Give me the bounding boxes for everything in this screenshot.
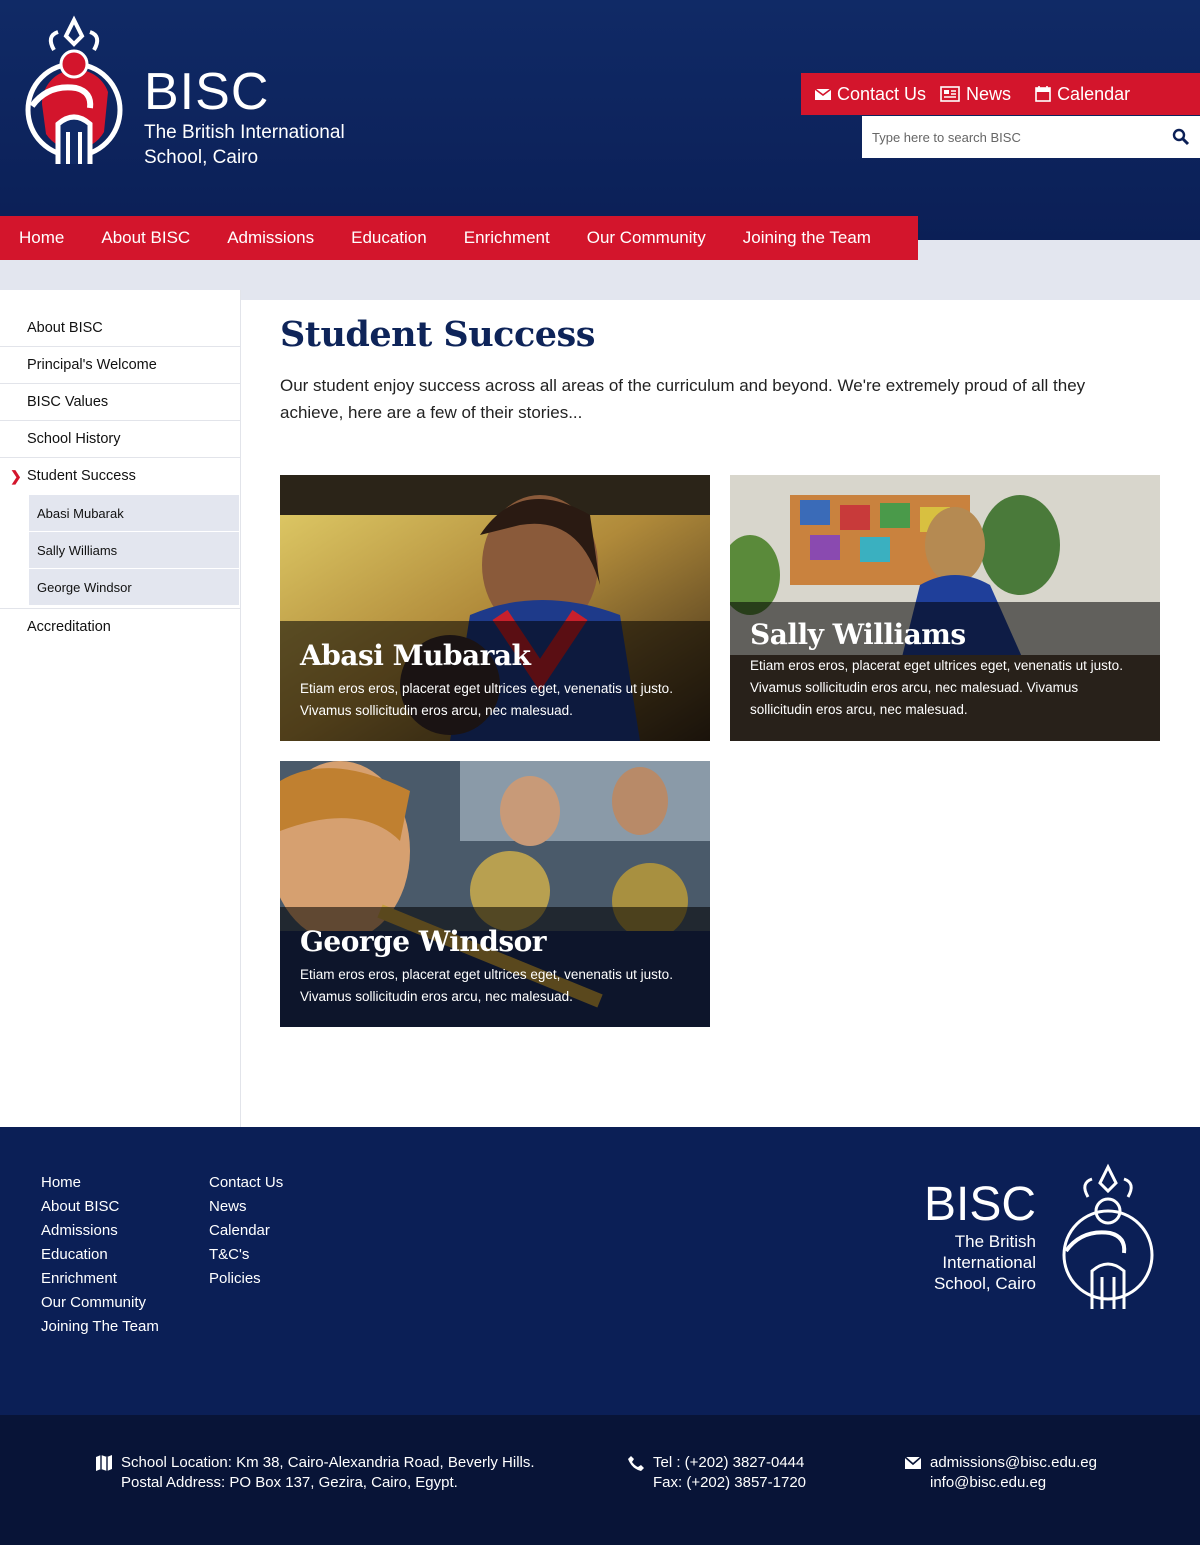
card-overlay: George Windsor Etiam eros eros, placerat… — [280, 907, 710, 1027]
sidebar-subitem-sally-williams[interactable]: Sally Williams — [29, 532, 239, 569]
intro-text: Our student enjoy success across all are… — [280, 376, 1086, 422]
site-header: BISC The British International School, C… — [0, 0, 1200, 240]
brand-subtitle-line1: The British International — [144, 122, 345, 143]
brand-name: BISC — [144, 63, 270, 121]
footer-link-contact-us[interactable]: Contact Us — [209, 1171, 283, 1195]
bisc-emblem-logo[interactable] — [18, 14, 130, 168]
card-excerpt: Etiam eros eros, placerat eget ultrices … — [750, 658, 1123, 717]
footer-link-education[interactable]: Education — [41, 1243, 159, 1267]
card-name: George Windsor — [300, 925, 547, 958]
admissions-email[interactable]: admissions@bisc.edu.eg — [930, 1453, 1097, 1473]
card-excerpt: Etiam eros eros, placerat eget ultrices … — [300, 967, 673, 1004]
sidebar-item-about-bisc[interactable]: About BISC — [0, 310, 240, 347]
calendar-link[interactable]: Calendar — [1011, 73, 1130, 115]
sidebar-item-label: Principal's Welcome — [27, 357, 157, 373]
search-box — [862, 116, 1200, 158]
nav-joining-the-team[interactable]: Joining the Team — [724, 216, 889, 260]
story-card-sally-williams[interactable]: Sally Williams Etiam eros eros, placerat… — [730, 475, 1160, 741]
email-block: admissions@bisc.edu.eg info@bisc.edu.eg — [904, 1453, 1097, 1493]
sidebar-subitems: Abasi Mubarak Sally Williams George Wind… — [0, 495, 240, 609]
sidebar-item-label: About BISC — [27, 320, 103, 336]
phone-icon — [628, 1456, 644, 1471]
sidebar: About BISC Principal's Welcome BISC Valu… — [0, 290, 241, 1127]
footer-link-news[interactable]: News — [209, 1195, 283, 1219]
footer-brand[interactable]: BISC The British International School, C… — [900, 1179, 1036, 1294]
calendar-label: Calendar — [1057, 83, 1131, 104]
contact-bar: School Location: Km 38, Cairo-Alexandria… — [0, 1415, 1200, 1545]
nav-admissions[interactable]: Admissions — [208, 216, 332, 260]
sidebar-item-label: Accreditation — [27, 619, 111, 635]
nav-education[interactable]: Education — [332, 216, 445, 260]
sidebar-subitem-abasi-mubarak[interactable]: Abasi Mubarak — [29, 495, 239, 532]
search-input[interactable] — [862, 117, 1162, 157]
card-excerpt: Etiam eros eros, placerat eget ultrices … — [300, 681, 673, 718]
sidebar-item-label: BISC Values — [27, 394, 109, 410]
sidebar-item-school-history[interactable]: School History — [0, 421, 240, 458]
footer-links-secondary: Contact Us News Calendar T&C's Policies — [209, 1171, 283, 1291]
footer-brand-name: BISC — [923, 1178, 1036, 1231]
nav-enrichment[interactable]: Enrichment — [445, 216, 568, 260]
footer-link-about-bisc[interactable]: About BISC — [41, 1195, 159, 1219]
page-title: Student Success — [280, 314, 595, 355]
newspaper-icon — [940, 86, 960, 102]
school-location: School Location: Km 38, Cairo-Alexandria… — [121, 1454, 535, 1471]
news-label: News — [966, 83, 1012, 104]
card-name: Abasi Mubarak — [300, 639, 531, 672]
site-footer: Home About BISC Admissions Education Enr… — [0, 1127, 1200, 1415]
footer-link-admissions[interactable]: Admissions — [41, 1219, 159, 1243]
footer-brand-line: The British — [954, 1232, 1036, 1251]
address-block: School Location: Km 38, Cairo-Alexandria… — [96, 1453, 535, 1493]
phone-block: Tel : (+202) 3827-0444 Fax: (+202) 3857-… — [628, 1453, 807, 1493]
nav-home[interactable]: Home — [0, 216, 82, 260]
mail-icon — [904, 1456, 922, 1469]
footer-brand-line: School, Cairo — [933, 1274, 1036, 1293]
sidebar-item-accreditation[interactable]: Accreditation — [0, 609, 240, 646]
fax: Fax: (+202) 3857-1720 — [653, 1474, 807, 1491]
card-overlay: Sally Williams Etiam eros eros, placerat… — [730, 602, 1160, 741]
main-content: Student Success Our student enjoy succes… — [242, 300, 1200, 1127]
calendar-icon — [1035, 86, 1051, 102]
brand-block[interactable]: BISC The British International School, C… — [144, 64, 345, 170]
news-link[interactable]: News — [926, 73, 1011, 115]
nav-our-community[interactable]: Our Community — [568, 216, 724, 260]
sidebar-item-label: Student Success — [27, 468, 136, 484]
footer-link-calendar[interactable]: Calendar — [209, 1219, 283, 1243]
search-icon[interactable] — [1172, 128, 1190, 146]
sidebar-item-student-success[interactable]: ❯ Student Success — [0, 458, 240, 495]
telephone[interactable]: Tel : (+202) 3827-0444 — [653, 1453, 806, 1473]
bisc-emblem-logo[interactable] — [1054, 1163, 1162, 1313]
chevron-right-icon: ❯ — [10, 468, 22, 484]
footer-link-our-community[interactable]: Our Community — [41, 1291, 159, 1315]
sidebar-item-bisc-values[interactable]: BISC Values — [0, 384, 240, 421]
footer-link-policies[interactable]: Policies — [209, 1267, 283, 1291]
postal-address: Postal Address: PO Box 137, Gezira, Cair… — [121, 1474, 458, 1491]
footer-link-terms[interactable]: T&C's — [209, 1243, 283, 1267]
footer-link-enrichment[interactable]: Enrichment — [41, 1267, 159, 1291]
card-name: Sally Williams — [750, 618, 966, 651]
map-icon — [96, 1455, 112, 1471]
contact-us-label: Contact Us — [837, 83, 927, 104]
footer-link-joining-the-team[interactable]: Joining The Team — [41, 1315, 159, 1339]
sidebar-item-label: School History — [27, 431, 121, 447]
sidebar-item-principals-welcome[interactable]: Principal's Welcome — [0, 347, 240, 384]
main-navigation: Home About BISC Admissions Education Enr… — [0, 216, 918, 260]
nav-about-bisc[interactable]: About BISC — [82, 216, 208, 260]
brand-subtitle-line2: School, Cairo — [144, 147, 259, 168]
footer-link-home[interactable]: Home — [41, 1171, 159, 1195]
story-card-abasi-mubarak[interactable]: Abasi Mubarak Etiam eros eros, placerat … — [280, 475, 710, 741]
sidebar-subitem-george-windsor[interactable]: George Windsor — [29, 569, 239, 606]
mail-icon — [815, 88, 831, 100]
utility-bar: Contact Us News Calendar — [801, 73, 1200, 115]
contact-us-link[interactable]: Contact Us — [801, 73, 926, 115]
info-email[interactable]: info@bisc.edu.eg — [930, 1473, 1097, 1493]
card-overlay: Abasi Mubarak Etiam eros eros, placerat … — [280, 621, 710, 741]
story-card-george-windsor[interactable]: George Windsor Etiam eros eros, placerat… — [280, 761, 710, 1027]
footer-links-main: Home About BISC Admissions Education Enr… — [41, 1171, 159, 1339]
footer-brand-line: International — [942, 1253, 1036, 1272]
